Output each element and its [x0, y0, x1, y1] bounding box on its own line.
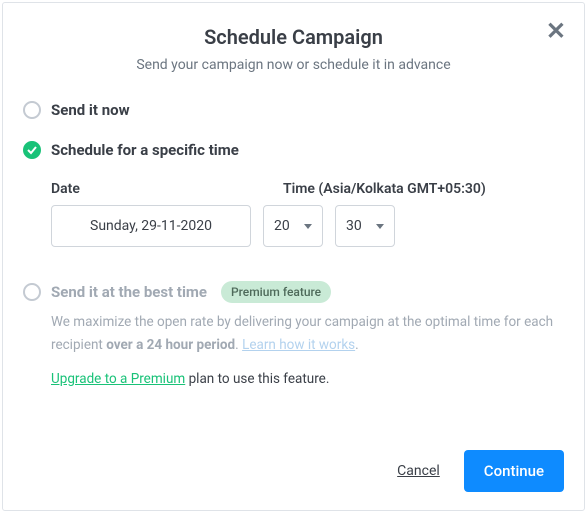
best-time-description: We maximize the open rate by delivering …: [23, 311, 564, 357]
option-schedule-specific[interactable]: Schedule for a specific time: [23, 141, 564, 159]
modal-title: Schedule Campaign: [23, 25, 564, 49]
upgrade-suffix: plan to use this feature.: [185, 371, 329, 387]
desc-suffix: .: [355, 337, 359, 353]
learn-how-link[interactable]: Learn how it works: [242, 337, 355, 353]
modal-subtitle: Send your campaign now or schedule it in…: [23, 57, 564, 73]
premium-badge: Premium feature: [221, 281, 331, 303]
hour-value: 20: [274, 218, 290, 234]
continue-button[interactable]: Continue: [464, 450, 564, 492]
chevron-down-icon: [304, 224, 312, 229]
cancel-button[interactable]: Cancel: [397, 463, 440, 479]
option-best-time[interactable]: Send it at the best time Premium feature: [23, 281, 564, 303]
close-icon[interactable]: ✕: [546, 17, 566, 45]
option-schedule-specific-label: Schedule for a specific time: [51, 141, 239, 159]
date-input[interactable]: [51, 205, 251, 247]
radio-best-time[interactable]: [23, 283, 41, 301]
upgrade-row: Upgrade to a Premium plan to use this fe…: [23, 371, 564, 387]
desc-bold: over a 24 hour period: [106, 337, 235, 353]
hour-select[interactable]: 20: [263, 205, 323, 247]
datetime-labels: Date Time (Asia/Kolkata GMT+05:30): [23, 181, 564, 197]
schedule-campaign-modal: ✕ Schedule Campaign Send your campaign n…: [2, 2, 585, 511]
modal-footer: Cancel Continue: [23, 450, 564, 492]
minute-value: 30: [346, 218, 362, 234]
radio-send-now[interactable]: [23, 101, 41, 119]
upgrade-premium-link[interactable]: Upgrade to a Premium: [51, 371, 185, 387]
modal-header: Schedule Campaign Send your campaign now…: [23, 25, 564, 73]
radio-schedule-specific[interactable]: [23, 141, 41, 159]
chevron-down-icon: [376, 224, 384, 229]
time-label: Time (Asia/Kolkata GMT+05:30): [283, 181, 486, 197]
option-send-now-label: Send it now: [51, 101, 130, 119]
option-send-now[interactable]: Send it now: [23, 101, 564, 119]
date-label: Date: [51, 181, 251, 197]
minute-select[interactable]: 30: [335, 205, 395, 247]
datetime-inputs: 20 30: [23, 205, 564, 247]
option-best-time-label: Send it at the best time: [51, 283, 207, 301]
